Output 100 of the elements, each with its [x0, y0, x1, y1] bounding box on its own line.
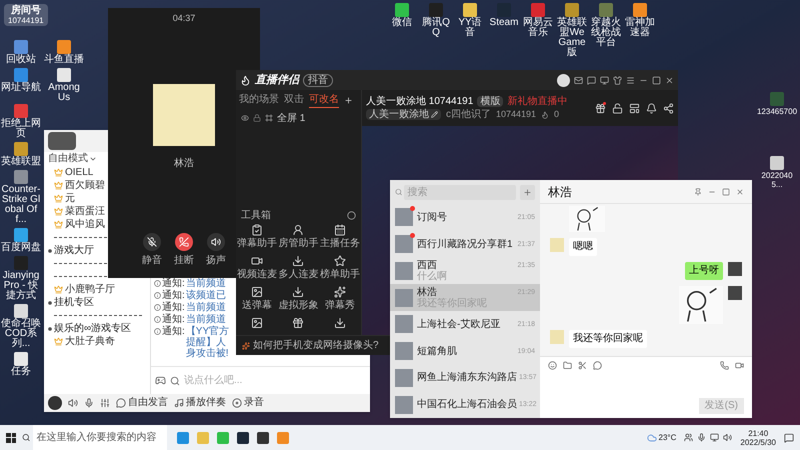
sticker-drawing: [679, 286, 723, 324]
icon-label: Among Us: [47, 83, 81, 103]
chat-name: 西行川藏路况分享群1: [417, 238, 513, 250]
taskbar-app-icon[interactable]: [237, 432, 249, 444]
avatar-image[interactable]: [557, 74, 570, 86]
call-control-button[interactable]: [207, 232, 225, 250]
avatar-image: [153, 84, 215, 146]
phone-icon[interactable]: [720, 361, 729, 370]
layout-icon[interactable]: [629, 102, 640, 114]
icon-label: 网易云音乐: [522, 18, 554, 38]
speaker-icon[interactable]: [68, 398, 78, 408]
close-icon[interactable]: [736, 188, 744, 196]
scissors-icon[interactable]: [578, 361, 587, 370]
message-input[interactable]: 说点什么吧...: [184, 373, 366, 388]
notice-text: 当前频道: [186, 278, 226, 289]
icon-label: Counter-Strike Global Off...: [0, 185, 42, 225]
image-icon[interactable]: [250, 317, 263, 329]
volume-icon[interactable]: [723, 433, 732, 442]
scene-tab[interactable]: 我的场景: [239, 92, 279, 108]
scene-tab[interactable]: 双击: [284, 92, 304, 108]
close-icon[interactable]: [665, 76, 674, 84]
sender-avatar: [728, 262, 742, 276]
microphone-icon[interactable]: [84, 398, 94, 408]
chat-bubble-icon[interactable]: [593, 361, 602, 370]
message-bubble: 上号呀: [685, 262, 723, 280]
tool-icon: [334, 255, 346, 267]
channel-name[interactable]: 娱乐的∞游戏专区: [54, 322, 132, 334]
lock-icon[interactable]: [253, 114, 261, 122]
sticker-drawing: [569, 206, 605, 232]
message-icon[interactable]: [587, 76, 596, 84]
unlock-icon[interactable]: [612, 102, 623, 114]
frame-icon: [265, 114, 273, 122]
member-name[interactable]: 菜西蛋汪: [65, 206, 105, 218]
sliders-icon[interactable]: [100, 398, 110, 408]
member-name[interactable]: 风中追风: [65, 218, 105, 230]
shirt-icon[interactable]: [613, 76, 622, 84]
tool-button[interactable]: 弹幕秀: [319, 286, 361, 311]
search-field[interactable]: 搜索: [404, 184, 516, 200]
tool-button[interactable]: 虚拟形象: [278, 286, 320, 311]
tip-link[interactable]: 如何把手机变成网络摄像头?: [253, 340, 379, 351]
gift-icon[interactable]: [292, 317, 304, 329]
pin-icon[interactable]: [694, 188, 702, 196]
tool-button[interactable]: 榜单助手: [319, 255, 361, 280]
network-icon[interactable]: [710, 433, 720, 442]
notice-label: 通知:: [162, 302, 185, 313]
microphone-icon[interactable]: [697, 433, 706, 442]
gift-icon[interactable]: [595, 102, 606, 114]
tool-button[interactable]: 主播任务: [319, 224, 361, 249]
channel-name[interactable]: 游戏大厅: [54, 244, 94, 256]
chat-name: 上海社会-艾欧尼亚: [417, 318, 500, 330]
share-icon[interactable]: [663, 102, 674, 114]
mail-icon[interactable]: [574, 76, 583, 84]
member-name[interactable]: 小鹿鸭子厅: [65, 284, 115, 296]
member-name[interactable]: 西欠顾碧: [65, 180, 105, 192]
avatar-image: [48, 396, 62, 410]
nickname-button[interactable]: 人美一败涂地: [366, 109, 441, 120]
notification-icon[interactable]: [784, 432, 794, 442]
temperature: 23°C: [658, 432, 676, 444]
scene-tab[interactable]: 可改名: [309, 92, 339, 108]
toolbar-button[interactable]: 自由发言: [116, 397, 168, 409]
mode-dropdown[interactable]: 自由模式: [44, 152, 101, 166]
tool-button[interactable]: 房管助手: [278, 224, 320, 249]
avatar-image: [48, 132, 76, 150]
taskbar-search-field[interactable]: 在这里输入你要搜索的内容: [33, 425, 167, 450]
scene-name[interactable]: 全屏 1: [277, 112, 306, 124]
windows-start-icon[interactable]: [6, 432, 16, 442]
folder-icon[interactable]: [563, 361, 572, 370]
tool-button[interactable]: 弹幕助手: [236, 224, 278, 249]
add-icon[interactable]: [344, 96, 353, 104]
visibility-icon[interactable]: [241, 114, 249, 122]
tool-icon: [250, 224, 263, 236]
emoji-icon[interactable]: [548, 361, 557, 370]
tool-button[interactable]: 视频连麦: [236, 255, 278, 280]
circle-icon[interactable]: [347, 210, 356, 220]
taskbar-app-icon[interactable]: [257, 432, 269, 444]
call-control-button[interactable]: [175, 232, 193, 250]
member-name[interactable]: 元: [65, 192, 75, 204]
toolbar-button[interactable]: 播放伴奏: [174, 397, 226, 409]
maximize-icon[interactable]: [652, 76, 661, 84]
member-name[interactable]: 大肚子典奇: [65, 336, 115, 348]
people-icon[interactable]: [684, 433, 694, 442]
menu-icon[interactable]: [626, 76, 635, 84]
notice-text: 该频道已: [186, 290, 226, 301]
gamepad-icon[interactable]: [155, 375, 166, 386]
crown-icon: [54, 220, 63, 229]
tool-button[interactable]: 送弹幕: [236, 286, 278, 311]
bell-icon[interactable]: [646, 102, 657, 114]
platform-badge[interactable]: 抖音: [303, 74, 333, 86]
chat-avatar: [395, 368, 413, 387]
video-icon[interactable]: [735, 361, 744, 370]
search-icon[interactable]: [170, 376, 180, 386]
download-icon[interactable]: [334, 317, 346, 329]
add-button[interactable]: [520, 184, 535, 200]
call-control-button[interactable]: [143, 232, 161, 250]
monitor-icon[interactable]: [600, 76, 609, 84]
member-name[interactable]: OIELL: [65, 166, 94, 178]
toolbar-button[interactable]: 录音: [232, 397, 264, 409]
tool-button[interactable]: 多人连麦: [278, 255, 320, 280]
channel-name[interactable]: 挂机专区: [54, 296, 94, 308]
message-bubble: 嗯嗯: [569, 238, 597, 256]
